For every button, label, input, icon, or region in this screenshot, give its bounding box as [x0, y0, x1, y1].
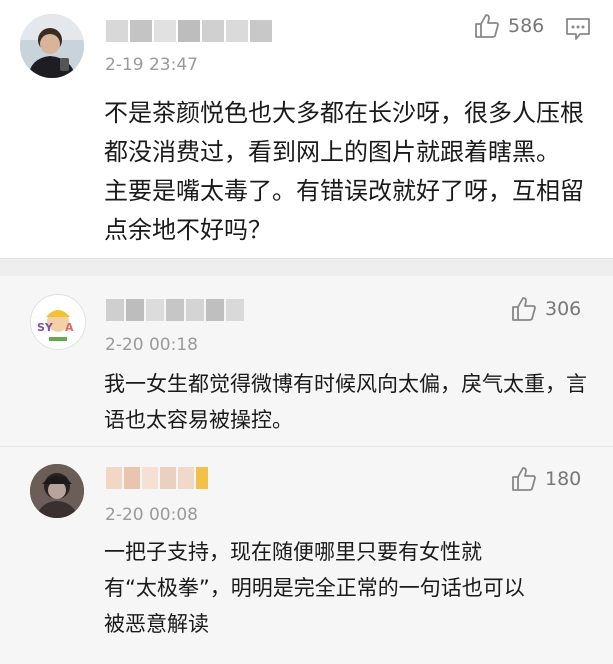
comment-time: 2-20 00:18	[105, 335, 198, 355]
like-button[interactable]: 306	[511, 296, 581, 322]
avatar[interactable]	[30, 464, 84, 518]
comment-more-icon	[566, 18, 590, 40]
svg-text:SY: SY	[37, 321, 54, 334]
reply-list: SY A 2-20 00:18 306 我一女生都觉得微博有时候风向太偏，戾气太…	[0, 276, 613, 664]
username-blurred[interactable]	[106, 467, 208, 489]
comment-text: 一把子支持，现在随便哪里只要有女性就有“太极拳”，明明是完全正常的一句话也可以被…	[104, 540, 525, 636]
sticker-avatar-icon: SY A	[31, 295, 85, 349]
like-button[interactable]: 586	[474, 13, 544, 39]
like-count: 306	[545, 298, 582, 320]
avatar[interactable]	[20, 14, 84, 78]
comment-time: 2-20 00:08	[105, 505, 198, 525]
reply-separator	[0, 446, 613, 447]
thumbs-up-icon	[475, 14, 499, 38]
like-count: 180	[545, 468, 582, 490]
thumbs-up-icon	[512, 467, 536, 491]
avatar[interactable]: SY A	[30, 294, 86, 350]
comment-text: 不是茶颜悦色也大多都在长沙呀，很多人压根都没消费过，看到网上的图片就跟着瞎黑。 …	[104, 99, 584, 244]
section-divider	[0, 258, 613, 277]
main-comment: 2-19 23:47 586 不是茶颜悦色也大多都在长沙呀，很多人压根都没消费过…	[0, 0, 613, 258]
thumbs-up-icon	[512, 297, 536, 321]
username-blurred[interactable]	[106, 299, 244, 321]
user-avatar-icon	[30, 464, 84, 518]
comment-time: 2-19 23:47	[105, 55, 198, 75]
like-count: 586	[508, 15, 545, 37]
svg-text:A: A	[65, 321, 74, 334]
like-button[interactable]: 180	[511, 466, 581, 492]
comment-text: 我一女生都觉得微博有时候风向太偏，戾气太重，言语也太容易被操控。	[104, 372, 587, 432]
username-blurred[interactable]	[106, 20, 272, 42]
user-avatar-icon	[20, 14, 84, 78]
comment-more-button[interactable]	[565, 17, 591, 45]
